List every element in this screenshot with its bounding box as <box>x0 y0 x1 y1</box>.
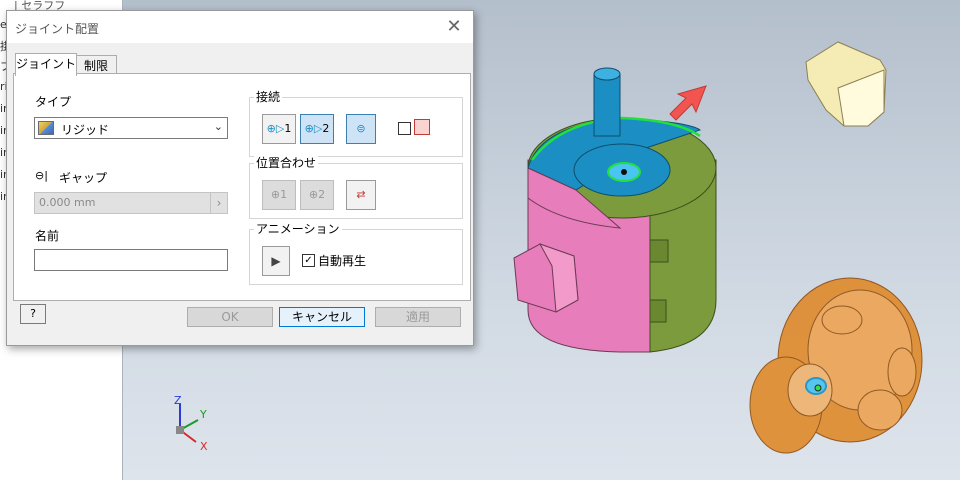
y-axis-label: Y <box>199 408 207 421</box>
align-face-icon: ⊕ <box>270 188 281 201</box>
apply-button[interactable]: 適用 <box>375 307 461 327</box>
autoplay-checkbox[interactable]: ✓ <box>302 254 315 267</box>
align-button-1-label: 1 <box>280 188 288 201</box>
dialog-titlebar[interactable]: ジョイント配置 ✕ <box>7 11 473 43</box>
help-icon: ? <box>30 307 36 320</box>
lock-checkbox[interactable] <box>398 122 411 135</box>
rigid-joint-icon <box>38 121 54 135</box>
autoplay-label: 自動再生 <box>318 254 367 268</box>
animation-group-title: アニメーション <box>254 220 342 237</box>
name-label: 名前 <box>35 229 60 243</box>
gap-icon: ⊖| <box>35 169 48 182</box>
chevron-down-icon: ⌄ <box>213 120 223 133</box>
joint-type-select[interactable]: リジッド ⌄ <box>34 117 228 139</box>
type-label: タイプ <box>35 95 72 109</box>
help-button[interactable]: ? <box>20 304 46 324</box>
align-group-title: 位置合わせ <box>254 154 319 171</box>
select-origin-icon: ⊕▷ <box>266 122 285 135</box>
flip-alignment-icon: ⇄ <box>356 188 366 201</box>
play-animation-button[interactable]: ▶ <box>262 246 290 276</box>
align-select-1-button[interactable]: ⊕1 <box>262 180 296 210</box>
x-axis-label: X <box>200 440 208 453</box>
connect-button-1-label: 1 <box>284 122 292 135</box>
z-axis-label: Z <box>174 394 182 407</box>
animation-group: アニメーション ▶ ✓ 自動再生 <box>249 220 463 285</box>
selection-arrow-icon <box>669 85 707 121</box>
dialog-title: ジョイント配置 <box>15 22 100 36</box>
align-button-2-label: 2 <box>318 188 326 201</box>
orange-translucent-part[interactable] <box>749 277 923 454</box>
gap-value: 0.000 mm <box>39 196 96 209</box>
flip-alignment-button[interactable]: ⇄ <box>346 180 376 210</box>
connect-group-title: 接続 <box>254 88 283 105</box>
chevron-right-icon[interactable]: › <box>210 193 227 213</box>
connect-select-2-button[interactable]: ⊕▷2 <box>300 114 334 144</box>
ok-button[interactable]: OK <box>187 307 273 327</box>
joint-placement-dialog[interactable]: ジョイント配置 ✕ ジョイント 制限 タイプ リジッド ⌄ ⊖| ギャップ 0.… <box>6 10 474 346</box>
cancel-button[interactable]: キャンセル <box>279 307 365 327</box>
isolate-cube-icon[interactable] <box>414 119 430 135</box>
align-group: 位置合わせ ⊕1 ⊕2 ⇄ <box>249 154 463 219</box>
cream-component[interactable] <box>805 41 887 127</box>
flip-component-button[interactable]: ⊜ <box>346 114 376 144</box>
connect-group: 接続 ⊕▷1 ⊕▷2 ⊜ <box>249 88 463 157</box>
play-icon: ▶ <box>271 254 281 268</box>
connect-button-2-label: 2 <box>322 122 330 135</box>
flip-icon: ⊜ <box>356 122 366 135</box>
align-select-2-button[interactable]: ⊕2 <box>300 180 334 210</box>
connect-select-1-button[interactable]: ⊕▷1 <box>262 114 296 144</box>
select-origin-icon: ⊕▷ <box>304 122 323 135</box>
gap-input[interactable]: 0.000 mm › <box>34 192 228 214</box>
joint-type-value: リジッド <box>61 123 110 137</box>
tab-joint[interactable]: ジョイント <box>15 53 77 76</box>
close-icon[interactable]: ✕ <box>443 16 465 38</box>
axis-triad <box>176 404 199 443</box>
align-face-icon: ⊕ <box>308 188 319 201</box>
gap-label: ギャップ <box>59 171 108 185</box>
name-input[interactable] <box>34 249 228 271</box>
